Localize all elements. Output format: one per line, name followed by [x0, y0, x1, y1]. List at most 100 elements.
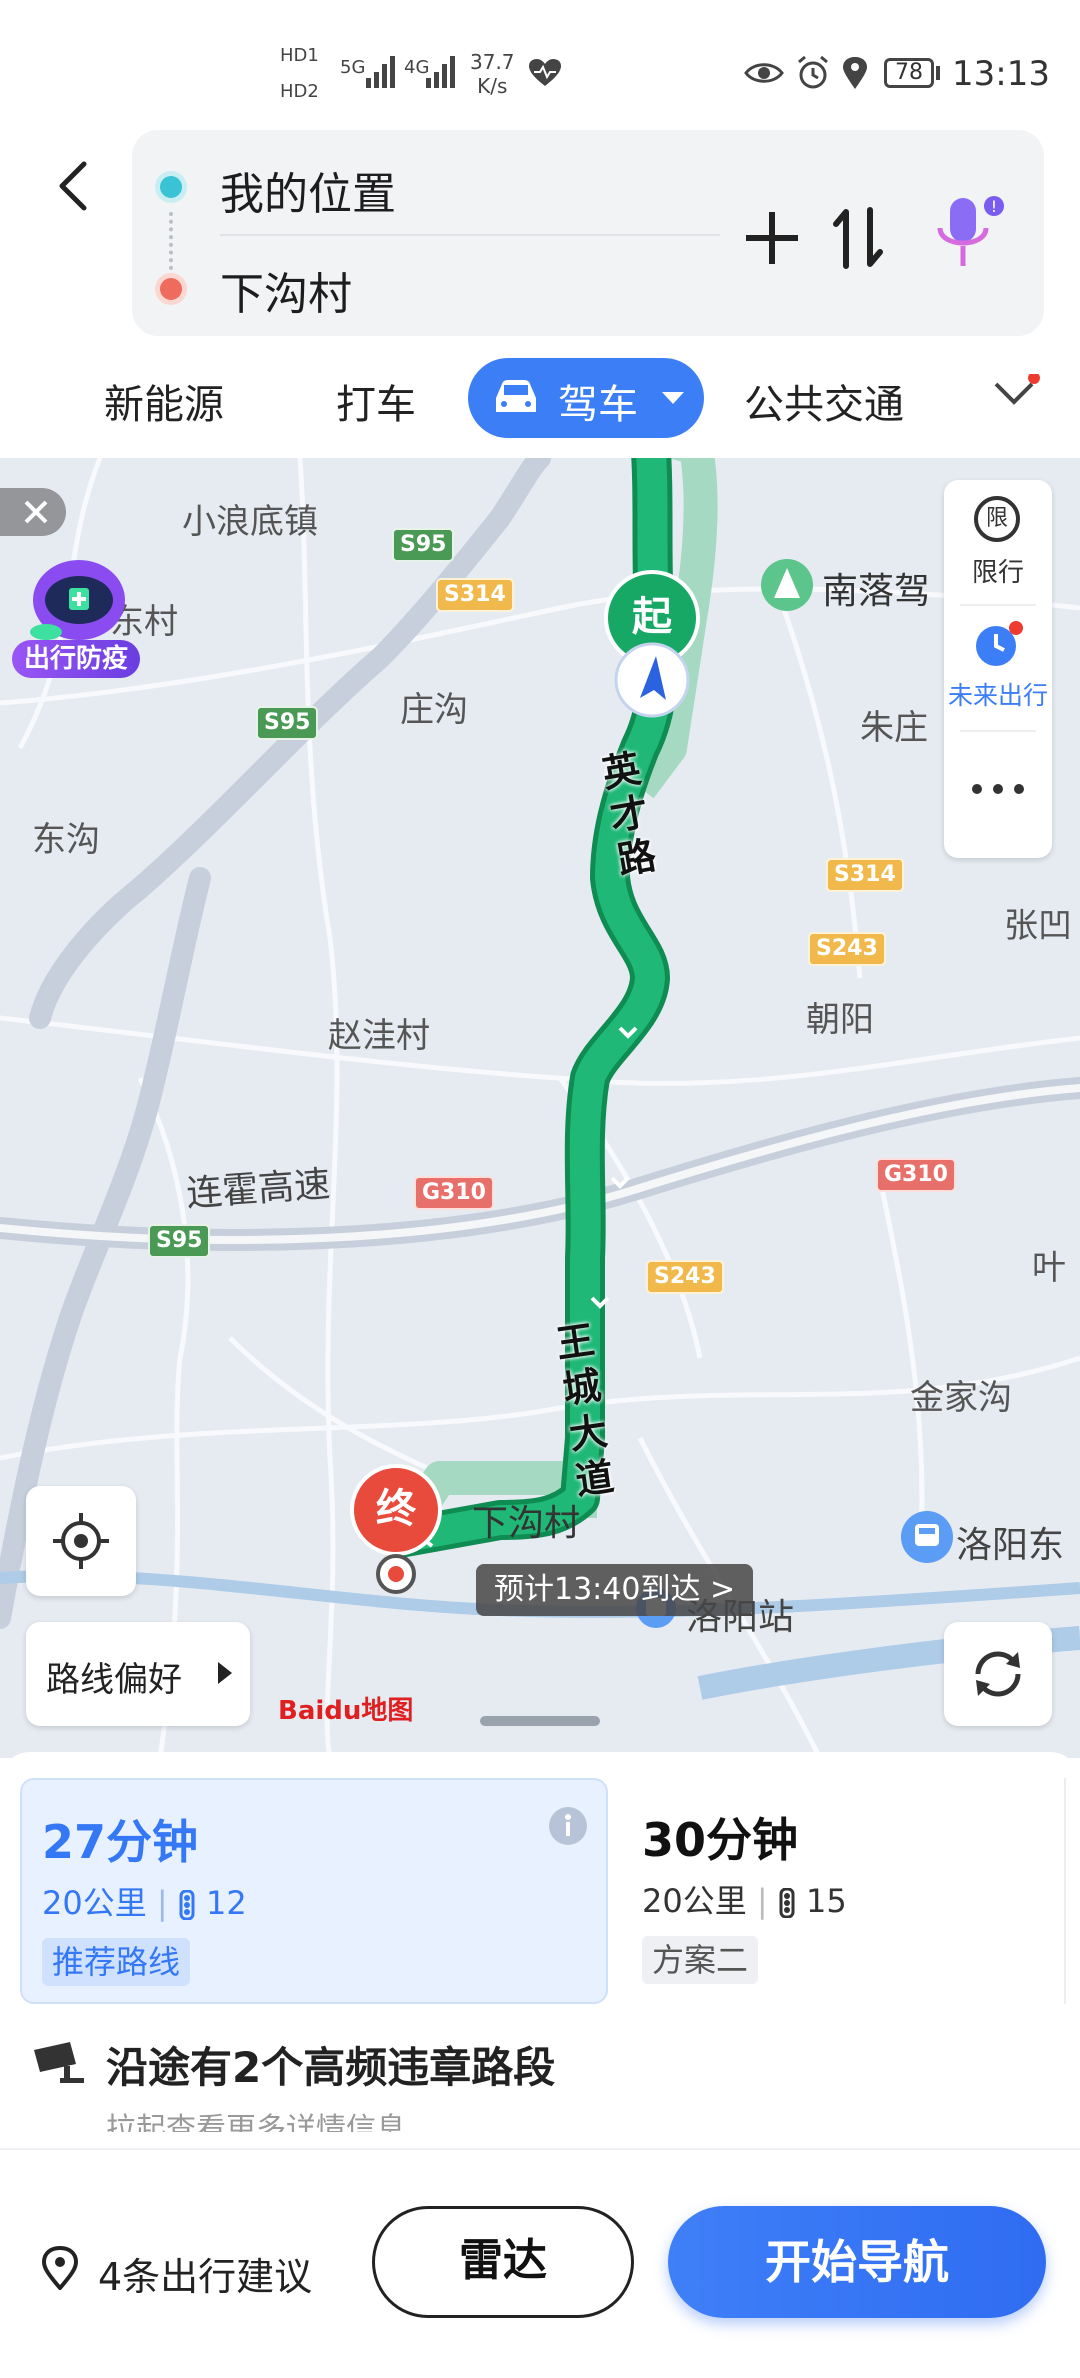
hd2-indicator: HD2 — [280, 81, 319, 102]
camera-icon — [34, 2042, 84, 2083]
route-preference-button[interactable]: 路线偏好 — [26, 1622, 250, 1726]
more-options-icon[interactable] — [970, 782, 1026, 796]
label-donggou: 东沟 — [32, 820, 100, 860]
eye-icon — [744, 63, 784, 83]
tab-public-transit[interactable]: 公共交通 — [744, 372, 904, 430]
origin-field[interactable]: 我的位置 — [220, 158, 396, 222]
radar-button[interactable]: 雷达 — [372, 2206, 634, 2318]
route-preference-label: 路线偏好 — [46, 1660, 182, 1700]
tab-drive-label: 驾车 — [558, 382, 638, 428]
route-connector — [169, 212, 177, 270]
tab-drive[interactable]: 驾车 — [468, 358, 704, 438]
route-option-2-meta: 20公里 | 15 — [642, 1876, 847, 1922]
epidemic-badge-label: 出行防疫 — [12, 640, 140, 678]
shield-g310-b: G310 — [876, 1158, 956, 1192]
net-speed: 37.7 K/s — [470, 50, 515, 98]
locate-me-button[interactable] — [26, 1486, 136, 1596]
route-option-2-distance: 20公里 — [642, 1882, 747, 1920]
meta-separator: | — [756, 1882, 768, 1920]
route-option-1-meta: 20公里 | 12 — [42, 1878, 247, 1924]
label-luoyangdong: 洛阳东 — [956, 1525, 1065, 1566]
origin-dot-icon — [160, 176, 182, 198]
close-badge-button[interactable] — [0, 488, 66, 536]
location-icon — [843, 57, 867, 89]
destination-dot-icon — [160, 278, 182, 300]
net-speed-unit: K/s — [477, 74, 508, 98]
restriction-label: 限行 — [971, 558, 1024, 588]
current-location-arrow-icon — [614, 642, 690, 718]
map-view[interactable]: S95 S314 S95 S314 S243 S95 G310 G310 S24… — [0, 458, 1080, 1758]
location-pin-icon — [41, 2246, 79, 2290]
restriction-icon-text: 限 — [985, 506, 1008, 531]
route-input-card: 我的位置 下沟村 ! — [132, 130, 1044, 336]
back-arrow-icon[interactable] — [52, 160, 92, 212]
robot-mascot-icon — [30, 560, 125, 640]
close-icon — [24, 500, 48, 524]
route-option-2[interactable]: 30分钟 20公里 | 15 方案二 — [618, 1778, 1058, 2004]
end-marker[interactable]: 终 — [350, 1464, 442, 1556]
violation-subtitle: 拉起查看更多详情信息 — [106, 2112, 406, 2132]
shield-s95-a: S95 — [392, 528, 455, 562]
eta-bubble[interactable]: 预计13:40到达 > — [476, 1564, 754, 1616]
label-jinjiagou: 金家沟 — [910, 1378, 1012, 1418]
network-5g-label: 5G — [340, 57, 366, 78]
train-station-poi-icon — [901, 1511, 953, 1563]
panel-drag-handle[interactable] — [480, 1716, 600, 1726]
baidu-map-logo: Baidu地图 — [278, 1696, 414, 1726]
label-nanluojia: 南落驾 — [822, 571, 931, 612]
battery-tip — [936, 66, 940, 80]
alarm-icon — [798, 56, 828, 89]
tab-taxi[interactable]: 打车 — [336, 372, 416, 430]
label-ye: 叶 — [1032, 1248, 1066, 1288]
hd1-indicator: HD1 — [280, 45, 319, 66]
route-option-2-duration: 30分钟 — [642, 1813, 799, 1867]
route-option-2-lights: 15 — [806, 1882, 847, 1920]
add-waypoint-icon[interactable] — [742, 208, 802, 268]
toolbar-divider — [960, 604, 1036, 606]
label-zhangao: 张凹 — [1004, 906, 1072, 946]
shield-s243-b: S243 — [646, 1260, 724, 1294]
shield-s95-c: S95 — [148, 1224, 211, 1258]
car-icon — [496, 380, 536, 412]
clock: 13:13 — [952, 54, 1050, 94]
shield-g310-a: G310 — [414, 1176, 494, 1210]
future-trip-clock-icon — [976, 621, 1023, 666]
svg-text:!: ! — [991, 197, 997, 216]
route-option-1-lights: 12 — [206, 1884, 247, 1922]
route-option-1-distance: 20公里 — [42, 1884, 147, 1922]
start-navigation-button[interactable]: 开始导航 — [668, 2206, 1046, 2318]
toolbar-divider-2 — [960, 730, 1036, 732]
suggestions-link[interactable]: 4条出行建议 — [98, 2246, 312, 2301]
route-option-1-duration: 27分钟 — [42, 1815, 199, 1869]
refresh-route-button[interactable] — [944, 1622, 1052, 1726]
action-bar: 4条出行建议 雷达 开始导航 — [0, 2148, 1080, 2378]
restriction-icon: 限 — [974, 496, 1020, 542]
label-zhaowa: 赵洼村 — [328, 1016, 430, 1056]
shield-s314-b: S314 — [826, 858, 904, 892]
voice-mic-icon[interactable]: ! — [932, 194, 1008, 274]
refresh-icon — [975, 1651, 1021, 1697]
net-speed-value: 37.7 — [470, 50, 515, 74]
shield-s95-b: S95 — [256, 706, 319, 740]
battery-level: 78 — [895, 60, 923, 85]
tab-new-energy[interactable]: 新能源 — [104, 372, 224, 430]
restriction-button[interactable]: 限 限行 — [944, 496, 1052, 596]
chevron-down-icon — [662, 392, 684, 404]
travel-epidemic-badge[interactable]: 出行防疫 — [12, 554, 140, 680]
info-icon[interactable] — [548, 1806, 588, 1846]
label-zhuanggou: 庄沟 — [400, 690, 468, 730]
signal-icon — [366, 56, 395, 88]
label-zhuzhuang: 朱庄 — [860, 708, 928, 748]
route-option-recommended[interactable]: 27分钟 20公里 | 12 推荐路线 — [20, 1778, 608, 2004]
map-side-toolbar: 限 限行 未来出行 — [944, 480, 1052, 858]
options-edge — [1064, 1778, 1066, 2004]
violation-title[interactable]: 沿途有2个高频违章路段 — [106, 2034, 555, 2095]
swap-icon[interactable] — [832, 206, 884, 270]
bottom-panel: 27分钟 20公里 | 12 推荐路线 30分钟 20公里 | 15 方案二 沿… — [0, 1752, 1080, 2378]
more-modes-chevron-icon[interactable] — [990, 374, 1040, 414]
destination-field[interactable]: 下沟村 — [220, 258, 352, 322]
status-bar: HD1 HD2 5G 4G 37.7 K/s 78 13:13 — [0, 0, 1080, 130]
label-xiagoucun: 下沟村 — [472, 1503, 581, 1544]
future-trip-button[interactable]: 未来出行 — [944, 620, 1052, 720]
shield-s243-a: S243 — [808, 932, 886, 966]
